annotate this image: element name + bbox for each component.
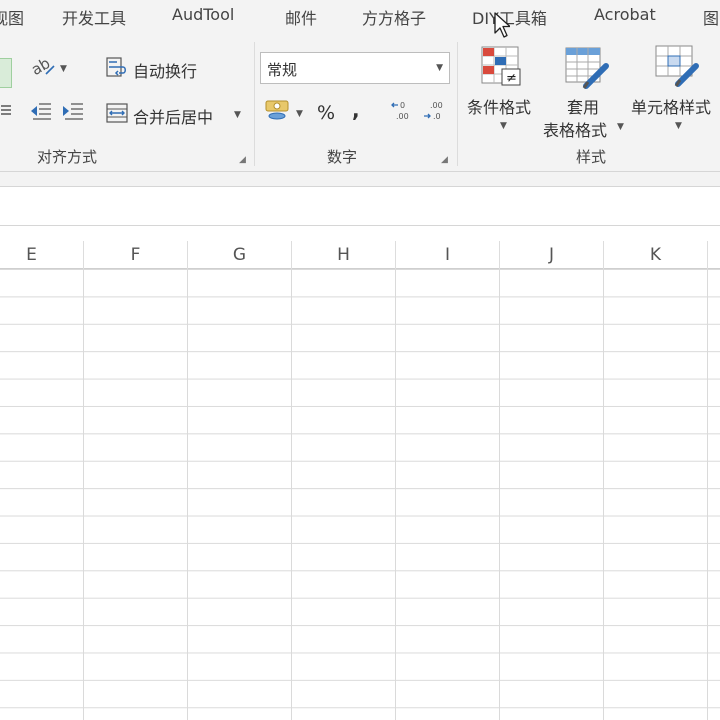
percent-style-button[interactable]: %: [317, 102, 335, 124]
column-header-g[interactable]: G: [188, 241, 292, 269]
cell-styles-button[interactable]: 单元格样式: [631, 94, 711, 118]
column-header-i[interactable]: I: [396, 241, 500, 269]
increase-decimal-icon[interactable]: 0 .00: [389, 98, 415, 124]
svg-text:.0: .0: [433, 112, 441, 121]
column-header-j[interactable]: J: [500, 241, 604, 269]
comma-style-button[interactable]: ,: [352, 98, 360, 122]
merge-center-icon[interactable]: [104, 100, 130, 126]
svg-text:0: 0: [400, 101, 405, 110]
accounting-format-icon[interactable]: [262, 96, 292, 124]
decrease-indent-icon[interactable]: [28, 98, 54, 124]
column-header-row: E F G H I J K: [0, 241, 720, 269]
ribbon-tab-bar: 视图 开发工具 AudTool 邮件 方方格子 DIY工具箱 Acrobat 图: [0, 0, 720, 34]
wrap-text-button[interactable]: 自动换行: [133, 58, 197, 82]
tab-audtool[interactable]: AudTool: [172, 5, 234, 24]
increase-indent-icon[interactable]: [60, 98, 86, 124]
svg-text:.00: .00: [396, 112, 409, 121]
alignment-launcher-icon[interactable]: ◢: [239, 155, 246, 165]
format-as-table-icon[interactable]: [564, 46, 610, 92]
tab-view[interactable]: 视图: [0, 5, 24, 29]
group-separator: [254, 42, 255, 166]
group-separator: [457, 42, 458, 166]
chevron-down-icon: ▼: [436, 63, 443, 73]
cell-styles-caret-icon[interactable]: ▼: [675, 121, 682, 131]
format-as-table-line1[interactable]: 套用: [567, 94, 599, 118]
tab-fangfang[interactable]: 方方格子: [362, 5, 426, 29]
ribbon-bottom-strip: [0, 172, 720, 186]
ribbon: ab ▼ 自动换行 合并后居中 ▼ 对齐方式 ◢ 常规 ▼ ▼ % , 0 .0…: [0, 34, 720, 172]
align-right-button[interactable]: [0, 58, 12, 88]
merge-center-button[interactable]: 合并后居中: [133, 104, 213, 128]
decrease-decimal-icon[interactable]: .00 .0: [421, 98, 447, 124]
cell-styles-icon[interactable]: [654, 44, 700, 90]
alignment-group-label: 对齐方式: [37, 148, 98, 166]
accounting-caret-icon[interactable]: ▼: [296, 109, 303, 119]
format-as-table-caret-icon[interactable]: ▼: [617, 122, 624, 132]
column-header-h[interactable]: H: [292, 241, 396, 269]
svg-text:≠: ≠: [506, 71, 517, 86]
tab-partial[interactable]: 图: [703, 5, 719, 29]
orientation-caret-icon[interactable]: ▼: [60, 64, 67, 74]
column-header-e[interactable]: E: [0, 241, 84, 269]
wrap-text-icon[interactable]: [104, 54, 130, 80]
number-format-value: 常规: [267, 61, 298, 79]
column-header-f[interactable]: F: [84, 241, 188, 269]
styles-group-label: 样式: [576, 148, 607, 166]
svg-text:ab: ab: [30, 56, 53, 78]
formula-bar[interactable]: [0, 186, 720, 226]
number-format-dropdown[interactable]: 常规 ▼: [260, 52, 450, 84]
cell-grid[interactable]: [0, 269, 720, 720]
tab-developer[interactable]: 开发工具: [62, 5, 126, 29]
merge-center-caret-icon[interactable]: ▼: [234, 110, 241, 120]
tab-mail[interactable]: 邮件: [285, 5, 317, 29]
column-header-k[interactable]: K: [604, 241, 708, 269]
conditional-formatting-button[interactable]: 条件格式: [467, 94, 531, 118]
conditional-formatting-caret-icon[interactable]: ▼: [500, 121, 507, 131]
number-launcher-icon[interactable]: ◢: [441, 155, 448, 165]
conditional-formatting-icon[interactable]: ≠: [479, 44, 525, 90]
svg-text:.00: .00: [430, 101, 443, 110]
tab-acrobat[interactable]: Acrobat: [594, 5, 656, 24]
format-as-table-button[interactable]: 表格格式: [543, 117, 607, 141]
orientation-icon[interactable]: ab: [28, 52, 58, 82]
number-group-label: 数字: [327, 148, 358, 166]
align-justify-icon[interactable]: [0, 96, 12, 126]
mouse-pointer-icon: [494, 12, 510, 38]
